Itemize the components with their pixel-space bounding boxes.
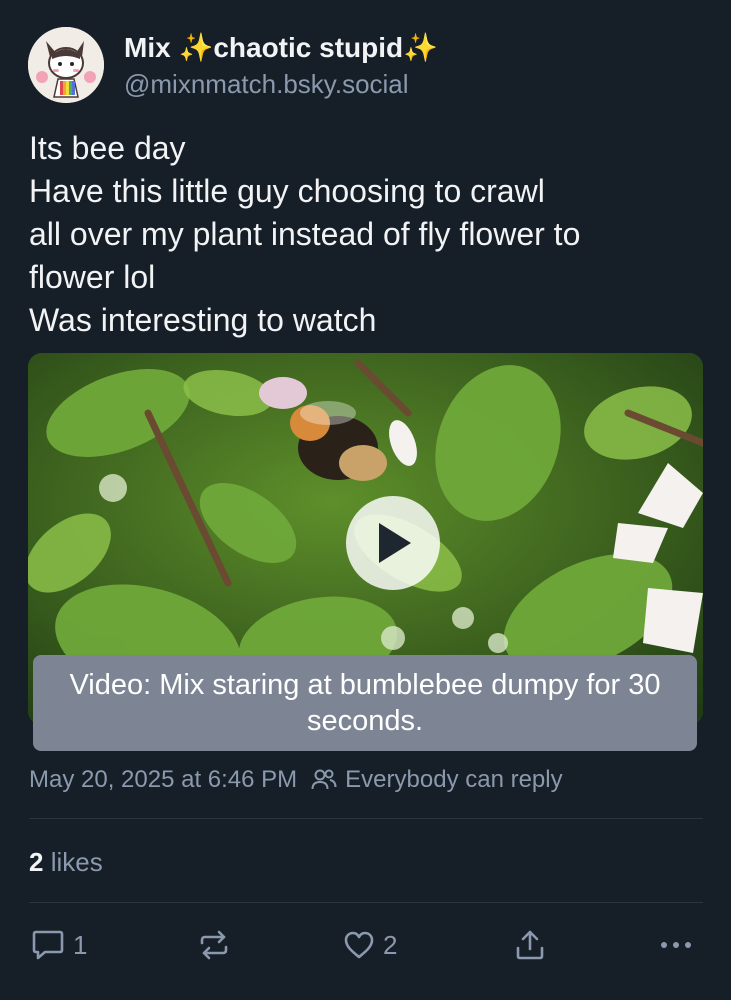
heart-icon	[344, 931, 374, 959]
repost-icon	[200, 930, 228, 960]
likes-count: 2	[29, 847, 44, 877]
divider	[29, 818, 703, 819]
display-name[interactable]: Mix ✨chaotic stupid✨	[124, 30, 438, 66]
post-header: Mix ✨chaotic stupid✨ @mixnmatch.bsky.soc…	[28, 27, 438, 103]
post-text-line: all over my plant instead of fly flower …	[29, 216, 581, 252]
timestamp[interactable]: May 20, 2025 at 6:46 PM	[29, 764, 297, 796]
action-bar: 1 2	[0, 922, 731, 968]
comment-icon	[32, 930, 64, 960]
reply-count: 1	[73, 929, 88, 960]
play-button[interactable]	[346, 496, 440, 590]
post-text-line: flower lol	[29, 259, 156, 295]
post-meta: May 20, 2025 at 6:46 PM Everybody can re…	[29, 764, 563, 796]
reply-setting-label: Everybody can reply	[345, 766, 563, 793]
likes-label: likes	[50, 847, 103, 877]
share-button[interactable]	[514, 922, 546, 968]
share-icon	[516, 930, 544, 960]
post-text-line: Have this little guy choosing to crawl	[29, 173, 545, 209]
play-icon	[379, 523, 411, 563]
post-text-line: Its bee day	[29, 130, 186, 166]
avatar[interactable]	[28, 27, 104, 103]
repost-button[interactable]	[198, 922, 230, 968]
post-text-line: Was interesting to watch	[29, 302, 377, 338]
reply-button[interactable]: 1	[31, 922, 87, 968]
like-button[interactable]: 2	[343, 922, 397, 968]
handle[interactable]: @mixnmatch.bsky.social	[124, 67, 438, 101]
people-icon	[311, 769, 337, 790]
more-options-button[interactable]	[660, 922, 692, 968]
avatar-icon	[28, 27, 104, 103]
reply-setting: Everybody can reply	[311, 764, 563, 796]
like-count: 2	[383, 929, 398, 960]
post-text: Its bee day Have this little guy choosin…	[29, 127, 709, 342]
likes-summary[interactable]: 2 likes	[29, 845, 103, 879]
more-icon	[661, 942, 691, 948]
divider	[29, 902, 703, 903]
video-caption: Video: Mix staring at bumblebee dumpy fo…	[33, 655, 697, 751]
author-names: Mix ✨chaotic stupid✨ @mixnmatch.bsky.soc…	[124, 30, 438, 101]
